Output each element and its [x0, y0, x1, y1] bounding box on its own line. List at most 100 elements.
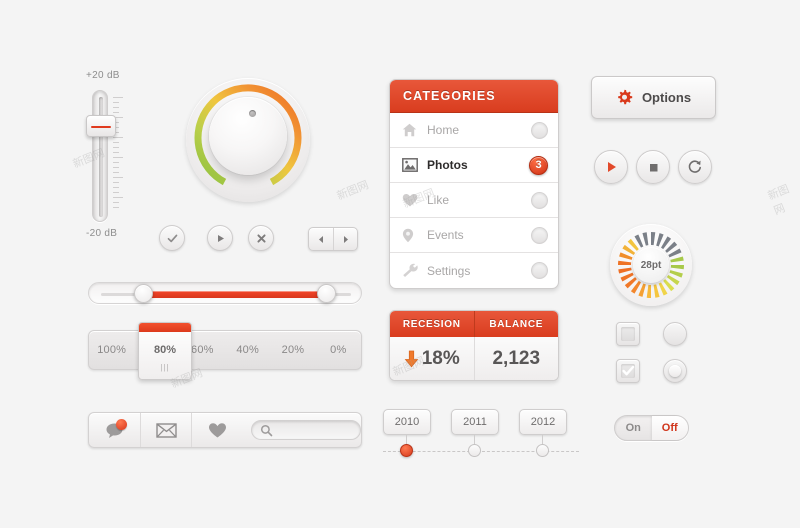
- play-button[interactable]: [207, 225, 233, 251]
- arrow-down-icon: [404, 350, 419, 367]
- gauge-value: 28pt: [633, 247, 669, 283]
- onoff-toggle[interactable]: On Off: [614, 415, 689, 441]
- pager-control[interactable]: [308, 227, 358, 251]
- sidebar-item-events[interactable]: Events: [390, 218, 558, 253]
- sidebar-item-label: Settings: [427, 263, 471, 278]
- status-badge: 3: [529, 155, 548, 175]
- play-icon: [217, 234, 224, 242]
- column-header-balance: BALANCE: [473, 311, 559, 337]
- caret-left-icon: [319, 235, 323, 243]
- ui-kit-canvas: +20 dB -20 dB 100% 60% 40% 20% 0% 80% ||…: [0, 0, 800, 528]
- checkbox-checked[interactable]: [616, 359, 640, 383]
- range-handle-right[interactable]: [317, 284, 336, 303]
- checkbox-box: [621, 327, 635, 341]
- stat-cell-recesion: 18%: [390, 337, 474, 380]
- search-input[interactable]: [250, 420, 361, 440]
- notification-badge: [116, 419, 128, 430]
- categories-header: CATEGORIES: [390, 80, 558, 113]
- stat-value-recesion: 18%: [421, 347, 460, 369]
- location-icon: [402, 228, 414, 242]
- stat-cell-balance: 2,123: [473, 337, 559, 380]
- chat-button[interactable]: [89, 413, 140, 447]
- stats-header-row: RECESION BALANCE: [390, 311, 558, 337]
- drag-grip[interactable]: |||: [160, 363, 169, 372]
- refresh-icon: [688, 160, 701, 173]
- radio-selected[interactable]: [663, 359, 687, 383]
- like-button[interactable]: [191, 413, 242, 447]
- prev-button[interactable]: [309, 228, 333, 250]
- knob-indicator-dot: [249, 110, 256, 117]
- mail-icon: [156, 422, 177, 438]
- percent-selected-handle[interactable]: 80% |||: [138, 322, 192, 380]
- options-button-label: Options: [641, 90, 692, 105]
- checkbox-box: [621, 364, 635, 378]
- timeline-year-label[interactable]: 2010: [383, 409, 431, 435]
- photo-icon: [402, 158, 418, 172]
- checkbox-unchecked[interactable]: [616, 322, 640, 346]
- percent-option[interactable]: 100%: [89, 344, 134, 356]
- radio-dot: [669, 365, 681, 377]
- sidebar-item-label: Home: [427, 123, 460, 137]
- toggle-on-label[interactable]: On: [615, 422, 652, 434]
- percent-handle-cap: [139, 323, 191, 332]
- confirm-button[interactable]: [159, 225, 185, 251]
- timeline-year-label[interactable]: 2012: [519, 409, 567, 435]
- heart-icon: [208, 422, 226, 437]
- timeline-year-label[interactable]: 2011: [451, 409, 499, 435]
- toggle-off-label[interactable]: Off: [651, 416, 688, 440]
- close-button[interactable]: [248, 225, 274, 251]
- percent-option[interactable]: 20%: [270, 344, 315, 356]
- range-handle-left[interactable]: [134, 284, 153, 303]
- rotary-knob[interactable]: [186, 78, 310, 202]
- row-toggle[interactable]: [531, 226, 548, 244]
- radio-unselected[interactable]: [663, 322, 687, 346]
- bottom-toolbar: [88, 412, 362, 448]
- fader-top-label: +20 dB: [86, 70, 120, 81]
- stop-button[interactable]: [636, 150, 670, 184]
- sidebar-item-settings[interactable]: Settings: [390, 253, 558, 288]
- percent-selected-value: 80%: [153, 344, 177, 356]
- stop-icon: [649, 163, 657, 171]
- watermark: 新图网: [766, 183, 792, 218]
- range-fill: [144, 291, 326, 298]
- refresh-button[interactable]: [678, 150, 712, 184]
- timeline-node[interactable]: [468, 444, 481, 457]
- row-toggle[interactable]: [531, 191, 548, 209]
- row-toggle[interactable]: [531, 121, 548, 139]
- play-button[interactable]: [594, 150, 628, 184]
- caret-right-icon: [343, 235, 348, 243]
- stats-table: RECESION BALANCE 18% 2,123: [389, 310, 559, 381]
- sidebar-item-home[interactable]: Home: [390, 113, 558, 148]
- wrench-icon: [403, 263, 418, 277]
- timeline-node-active[interactable]: [400, 444, 413, 457]
- next-button[interactable]: [333, 228, 357, 250]
- percent-option[interactable]: 40%: [225, 344, 270, 356]
- percent-selector[interactable]: 100% 60% 40% 20% 0%: [88, 330, 362, 370]
- sidebar-item-photos[interactable]: Photos 3: [390, 148, 558, 183]
- segment-gauge[interactable]: 28pt: [610, 224, 692, 306]
- mail-button[interactable]: [140, 413, 191, 447]
- categories-panel: CATEGORIES Home Photos 3 Like Events Set…: [389, 79, 559, 289]
- home-icon: [402, 123, 417, 137]
- options-button[interactable]: Options: [591, 76, 716, 119]
- timeline-item-2010[interactable]: 2010: [383, 409, 431, 457]
- stat-value-balance: 2,123: [492, 347, 541, 369]
- play-icon: [607, 162, 616, 172]
- timeline-node[interactable]: [536, 444, 549, 457]
- range-slider[interactable]: [88, 282, 362, 304]
- timeline: 2010 2011 2012: [383, 409, 579, 469]
- watermark: 新图网: [335, 179, 371, 203]
- row-toggle[interactable]: [531, 262, 548, 279]
- categories-title: CATEGORIES: [403, 89, 496, 103]
- timeline-item-2012[interactable]: 2012: [519, 409, 567, 457]
- fader-bottom-label: -20 dB: [86, 228, 118, 239]
- sidebar-item-like[interactable]: Like: [390, 183, 558, 218]
- column-header-recesion: RECESION: [402, 318, 461, 330]
- volume-fader[interactable]: [86, 90, 123, 222]
- fader-handle[interactable]: [86, 115, 116, 137]
- percent-option[interactable]: 0%: [316, 344, 361, 356]
- close-icon: [256, 233, 266, 243]
- timeline-item-2011[interactable]: 2011: [451, 409, 499, 457]
- search-text-field[interactable]: [277, 424, 358, 436]
- sidebar-item-label: Like: [427, 193, 450, 207]
